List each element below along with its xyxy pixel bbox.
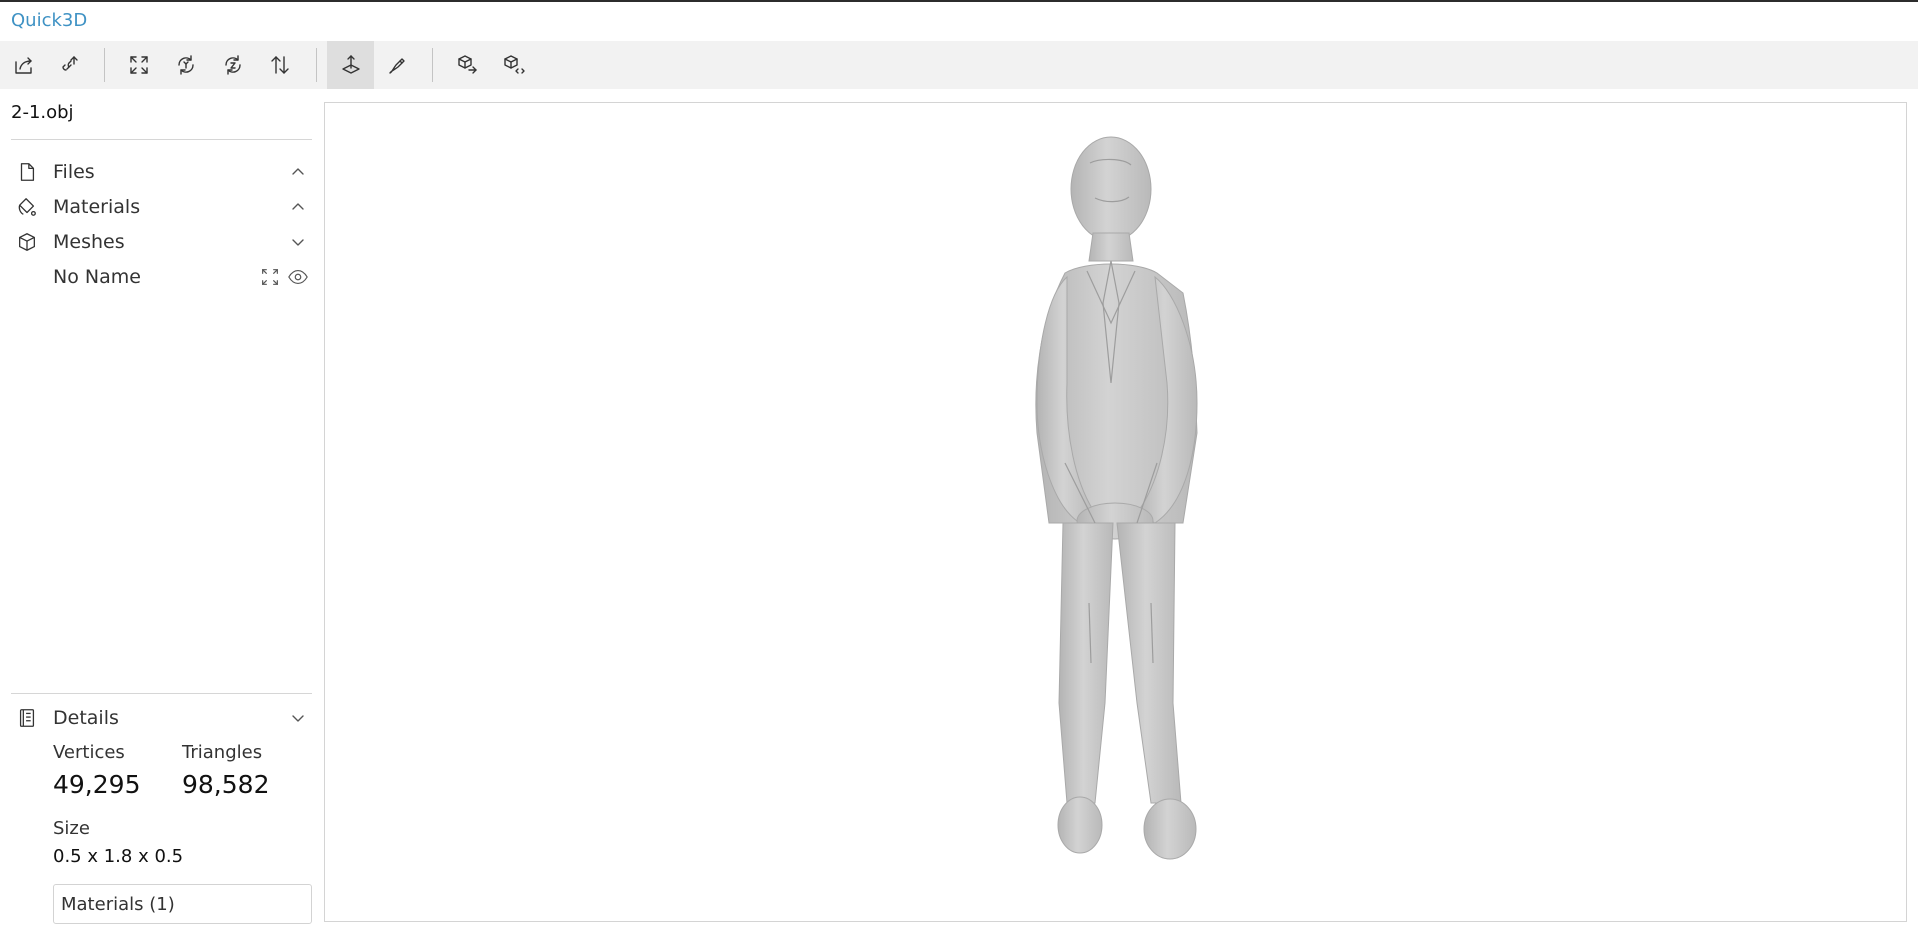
up-y-icon — [177, 55, 194, 75]
toolbar-separator — [316, 48, 317, 82]
sidebar: 2-1.obj Files Materials Meshes No Name D… — [0, 90, 322, 928]
window-top-border — [0, 0, 1918, 2]
materials-icon — [11, 195, 41, 219]
materials-button[interactable]: Materials (1) — [53, 884, 312, 924]
toolbar-separator — [432, 48, 433, 82]
mesh-item[interactable]: No Name — [11, 259, 312, 294]
divider — [11, 139, 312, 140]
size-value: 0.5 x 1.8 x 0.5 — [53, 846, 184, 867]
fit-window-icon — [129, 56, 148, 74]
file-icon — [11, 160, 41, 184]
toolbar — [0, 41, 1918, 89]
tree-label-materials: Materials — [53, 195, 141, 218]
chevron-up-icon[interactable] — [284, 160, 312, 184]
toolbar-separator — [104, 48, 105, 82]
details-icon — [11, 706, 41, 730]
chevron-down-icon[interactable] — [284, 706, 312, 730]
mesh-item-label: No Name — [53, 265, 141, 288]
fixed-up-vector-button[interactable] — [327, 41, 374, 89]
divider — [11, 693, 312, 694]
fixed-up-icon — [341, 55, 360, 74]
edges-button[interactable] — [374, 41, 421, 89]
edges-icon — [388, 58, 405, 74]
up-z-icon — [224, 55, 241, 75]
tree-item-meshes[interactable]: Meshes — [11, 224, 312, 259]
tree-label-meshes: Meshes — [53, 230, 125, 253]
open-url-icon — [61, 56, 78, 71]
flip-icon — [270, 56, 289, 74]
export-model-button[interactable] — [443, 41, 490, 89]
set-up-y-button[interactable] — [162, 41, 209, 89]
set-up-z-button[interactable] — [209, 41, 256, 89]
human-figure-mesh — [1035, 136, 1198, 860]
eye-icon[interactable] — [284, 265, 312, 289]
model-filename: 2-1.obj — [11, 102, 74, 123]
tree-item-materials[interactable]: Materials — [11, 189, 312, 224]
share-model-button[interactable] — [490, 41, 537, 89]
open-file-button[interactable] — [0, 41, 47, 89]
details-label: Details — [53, 706, 119, 729]
chevron-up-icon[interactable] — [284, 195, 312, 219]
chevron-down-icon[interactable] — [284, 230, 312, 254]
share-icon — [503, 55, 525, 74]
fit-mesh-icon[interactable] — [256, 265, 284, 289]
open-file-icon — [14, 57, 32, 74]
vertices-value: 49,295 — [53, 770, 141, 799]
3d-viewport[interactable] — [324, 102, 1907, 922]
size-label: Size — [53, 818, 90, 839]
cube-icon — [11, 230, 41, 254]
vertices-label: Vertices — [53, 742, 125, 763]
tree-label-files: Files — [53, 160, 95, 183]
open-url-button[interactable] — [47, 41, 94, 89]
triangles-label: Triangles — [182, 742, 263, 763]
details-header[interactable]: Details — [11, 700, 312, 735]
model-render — [1035, 136, 1198, 860]
export-icon — [457, 55, 477, 74]
flip-up-button[interactable] — [256, 41, 303, 89]
tree-item-files[interactable]: Files — [11, 154, 312, 189]
fit-to-window-button[interactable] — [115, 41, 162, 89]
app-title[interactable]: Quick3D — [11, 10, 87, 31]
triangles-value: 98,582 — [182, 770, 270, 799]
